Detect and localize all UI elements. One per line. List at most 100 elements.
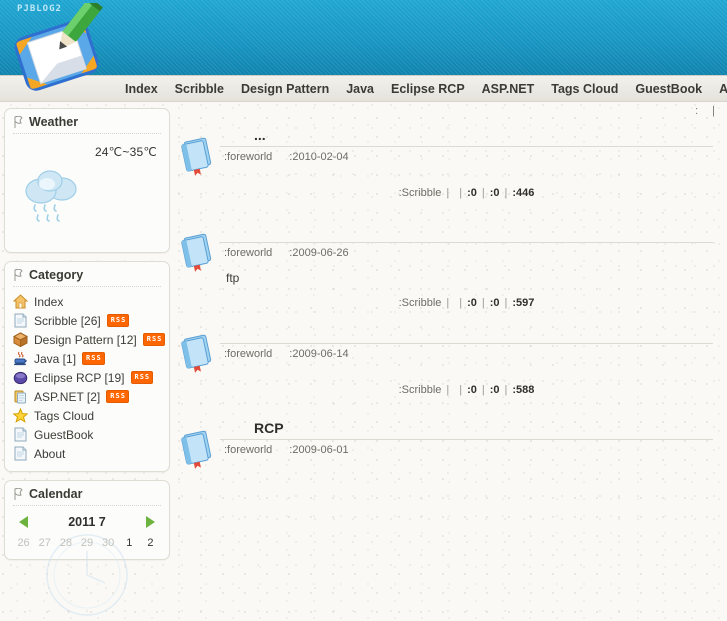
document-icon xyxy=(14,427,27,442)
nav-item-index[interactable]: Index xyxy=(125,82,158,96)
calendar-navigation: 2011 7 xyxy=(13,511,161,535)
nav-item-tags-cloud[interactable]: Tags Cloud xyxy=(551,82,618,96)
calendar-grid: 26 27 28 29 30 1 2 xyxy=(13,534,161,616)
calendar-day[interactable]: 1 xyxy=(119,535,140,551)
post-title[interactable] xyxy=(220,222,713,241)
post-trackback-count: :0 xyxy=(489,187,500,199)
nav-item-about[interactable]: About xyxy=(719,82,727,96)
calendar-day[interactable]: 28 xyxy=(55,535,76,551)
category-item-java[interactable]: Java [1] RSS xyxy=(13,349,161,368)
post-item: :foreworld :2009-06-26 ftp :Scribble | |… xyxy=(174,216,727,317)
nav-item-scribble[interactable]: Scribble xyxy=(175,82,224,96)
coffee-cup-icon xyxy=(14,351,27,366)
post-author: :foreworld xyxy=(224,247,273,259)
category-item-index[interactable]: Index xyxy=(13,292,161,311)
calendar-panel-header: Calendar xyxy=(13,487,161,506)
sphere-icon xyxy=(13,371,28,385)
weather-panel-header: Weather xyxy=(13,115,161,134)
topbar-right-mark: | xyxy=(712,105,715,117)
nav-item-java[interactable]: Java xyxy=(346,82,374,96)
calendar-panel-title: Calendar xyxy=(29,487,83,501)
post-date: :2010-02-04 xyxy=(289,151,349,163)
home-icon xyxy=(13,294,28,309)
footer-separator: | xyxy=(481,384,485,396)
post-body: ftp xyxy=(226,271,240,285)
weather-body: 24℃~35℃ xyxy=(13,139,161,244)
flag-icon xyxy=(14,268,23,281)
post-title[interactable]: ... xyxy=(220,126,713,145)
post-category[interactable]: :Scribble xyxy=(399,187,442,199)
site-banner: PJBLOG2 xyxy=(0,0,727,91)
post-view-count: :597 xyxy=(512,297,535,309)
site-logo-icon[interactable] xyxy=(2,3,112,95)
post-title[interactable]: RCP xyxy=(220,419,713,438)
footer-separator: | xyxy=(446,187,450,199)
category-list: Index Scribble [26] RSS Design Pattern [… xyxy=(13,292,166,463)
book-icon xyxy=(181,430,212,469)
category-item-guestbook[interactable]: GuestBook xyxy=(13,425,161,444)
post-divider xyxy=(220,439,713,440)
flag-icon xyxy=(14,115,23,128)
post-title[interactable] xyxy=(220,323,713,342)
footer-separator: | xyxy=(481,297,485,309)
category-item-eclipse-rcp[interactable]: Eclipse RCP [19] RSS xyxy=(13,368,161,387)
post-date: :2009-06-14 xyxy=(289,348,349,360)
book-icon xyxy=(181,334,212,373)
nav-item-asp-net[interactable]: ASP.NET xyxy=(482,82,535,96)
post-divider xyxy=(220,242,713,243)
calendar-day[interactable]: 29 xyxy=(76,535,97,551)
rss-badge[interactable]: RSS xyxy=(82,351,105,366)
document-icon xyxy=(14,446,27,461)
nav-item-guestbook[interactable]: GuestBook xyxy=(635,82,702,96)
footer-separator: | xyxy=(504,187,508,199)
post-category[interactable]: :Scribble xyxy=(399,297,442,309)
footer-separator: | xyxy=(481,187,485,199)
post-body xyxy=(220,163,713,181)
post-footer: :Scribble | | :0 | :0 | :588 xyxy=(220,378,713,396)
calendar-next-month-button[interactable] xyxy=(145,516,155,528)
category-item-label: Eclipse RCP [19] xyxy=(34,370,125,385)
weather-temperature: 24℃~35℃ xyxy=(94,145,157,159)
calendar-day[interactable]: 26 xyxy=(13,535,34,551)
category-item-label: Design Pattern [12] xyxy=(34,332,137,347)
category-panel-header: Category xyxy=(13,268,161,287)
category-item-label: Index xyxy=(34,294,64,309)
calendar-day[interactable]: 27 xyxy=(34,535,55,551)
rain-cloud-icon xyxy=(25,170,77,222)
category-item-about[interactable]: About xyxy=(13,444,161,463)
rss-badge[interactable]: RSS xyxy=(142,332,166,347)
category-item-design-pattern[interactable]: Design Pattern [12] RSS xyxy=(13,330,166,349)
post-category[interactable]: :Scribble xyxy=(399,384,442,396)
nav-item-design-pattern[interactable]: Design Pattern xyxy=(241,82,329,96)
post-footer: :Scribble | | :0 | :0 | :597 xyxy=(220,291,713,309)
calendar-prev-month-button[interactable] xyxy=(19,516,28,528)
post-trackback-count: :0 xyxy=(489,384,500,396)
star-icon xyxy=(13,408,28,423)
post-comment-count: :0 xyxy=(467,187,477,199)
category-item-label: About xyxy=(34,446,66,461)
weather-panel: Weather 24℃~35℃ xyxy=(4,108,170,253)
category-item-label: GuestBook xyxy=(34,427,94,442)
category-item-asp-net[interactable]: ASP.NET [2] RSS xyxy=(13,387,161,406)
rss-badge[interactable]: RSS xyxy=(106,389,129,404)
post-author: :foreworld xyxy=(224,348,273,360)
calendar-day[interactable]: 30 xyxy=(98,535,119,551)
footer-separator: | xyxy=(459,384,463,396)
sidebar: Weather 24℃~35℃ Category Index Scribble … xyxy=(0,102,170,616)
category-item-scribble[interactable]: Scribble [26] RSS xyxy=(13,311,161,330)
footer-separator: | xyxy=(459,187,463,199)
nav-item-eclipse-rcp[interactable]: Eclipse RCP xyxy=(391,82,465,96)
post-comment-count: :0 xyxy=(467,297,477,309)
post-divider xyxy=(220,343,713,344)
post-trackback-count: :0 xyxy=(489,297,500,309)
category-item-label: Tags Cloud xyxy=(34,408,95,423)
footer-separator: | xyxy=(504,297,508,309)
footer-separator: | xyxy=(446,384,450,396)
flag-icon xyxy=(14,487,23,500)
post-meta: :foreworld :2009-06-01 xyxy=(220,444,713,456)
footer-separator: | xyxy=(459,297,463,309)
calendar-day[interactable]: 2 xyxy=(140,535,161,551)
rss-badge[interactable]: RSS xyxy=(130,370,154,385)
category-item-tags-cloud[interactable]: Tags Cloud xyxy=(13,406,161,425)
rss-badge[interactable]: RSS xyxy=(106,313,130,328)
